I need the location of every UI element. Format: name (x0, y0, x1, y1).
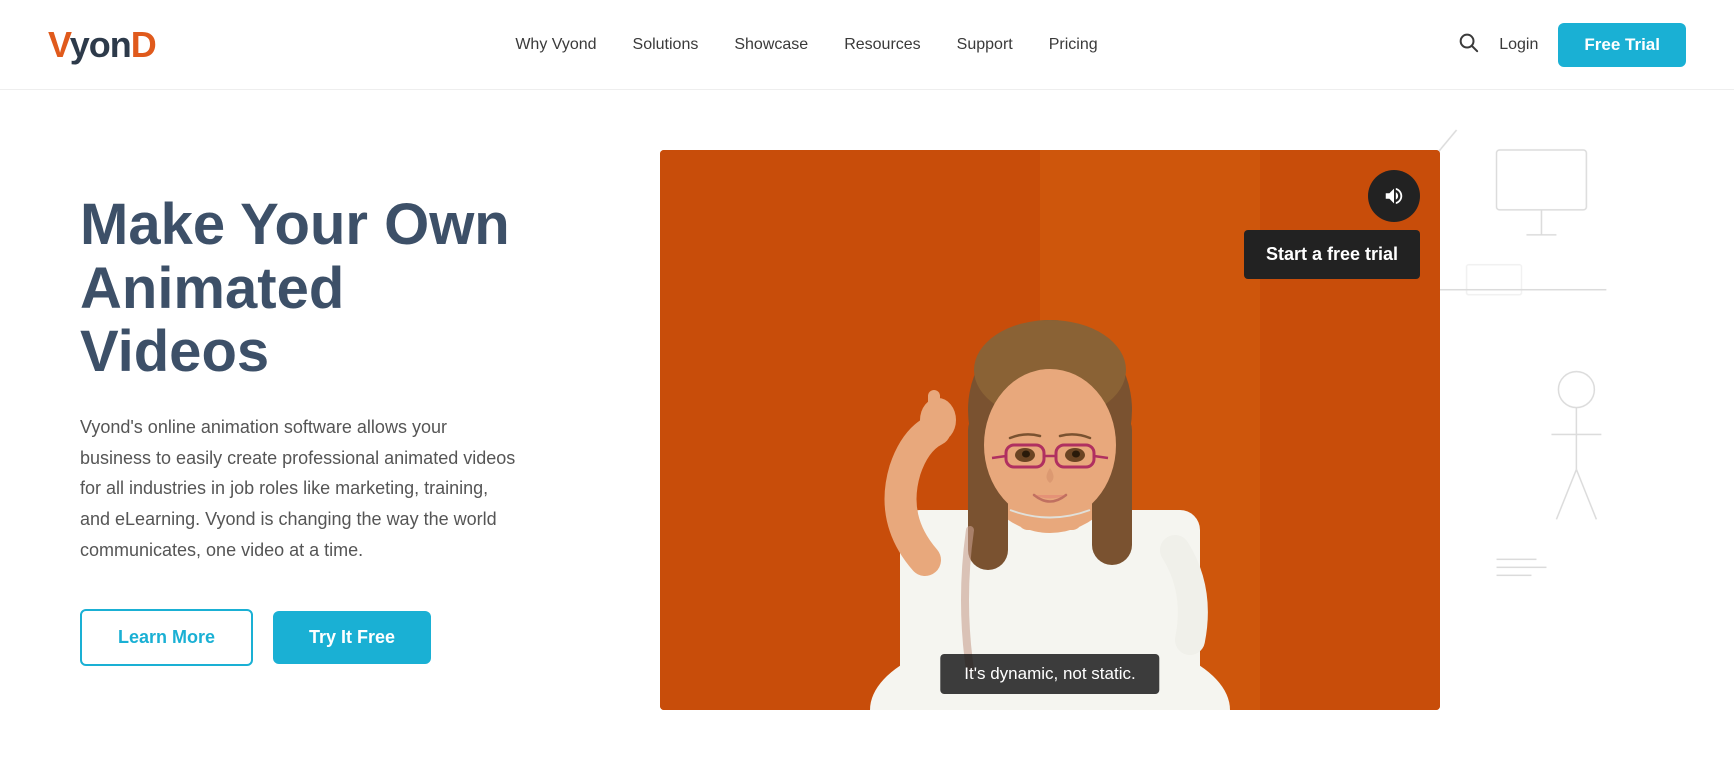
nav-why-vyond[interactable]: Why Vyond (515, 36, 596, 54)
nav-right: Login Free Trial (1457, 23, 1686, 67)
logo-v: V (48, 24, 70, 65)
logo-middle: yon (70, 24, 131, 65)
sound-button[interactable] (1368, 170, 1420, 222)
nav-resources[interactable]: Resources (844, 36, 920, 54)
nav-links: Why Vyond Solutions Showcase Resources S… (515, 36, 1097, 54)
hero-headline: Make Your Own Animated Videos (80, 193, 520, 384)
hero-description: Vyond's online animation software allows… (80, 412, 520, 565)
logo[interactable]: VyonD (48, 24, 156, 66)
nav-solutions[interactable]: Solutions (633, 36, 699, 54)
nav-support[interactable]: Support (957, 36, 1013, 54)
learn-more-button[interactable]: Learn More (80, 609, 253, 666)
hero-left: Make Your Own Animated Videos Vyond's on… (0, 133, 580, 726)
hero-buttons: Learn More Try It Free (80, 609, 520, 666)
hero-section: Make Your Own Animated Videos Vyond's on… (0, 90, 1734, 769)
hero-right: Start a free trial It's dynamic, not sta… (580, 90, 1734, 769)
nav-pricing[interactable]: Pricing (1049, 36, 1098, 54)
logo-d: D (131, 24, 156, 65)
video-player[interactable]: Start a free trial It's dynamic, not sta… (660, 150, 1440, 710)
navbar: VyonD Why Vyond Solutions Showcase Resou… (0, 0, 1734, 90)
nav-showcase[interactable]: Showcase (734, 36, 808, 54)
free-trial-button[interactable]: Free Trial (1558, 23, 1686, 67)
video-caption: It's dynamic, not static. (940, 654, 1159, 694)
login-link[interactable]: Login (1499, 36, 1538, 54)
search-icon[interactable] (1457, 31, 1479, 59)
start-free-trial-badge[interactable]: Start a free trial (1244, 230, 1420, 279)
try-it-free-button[interactable]: Try It Free (273, 611, 431, 664)
